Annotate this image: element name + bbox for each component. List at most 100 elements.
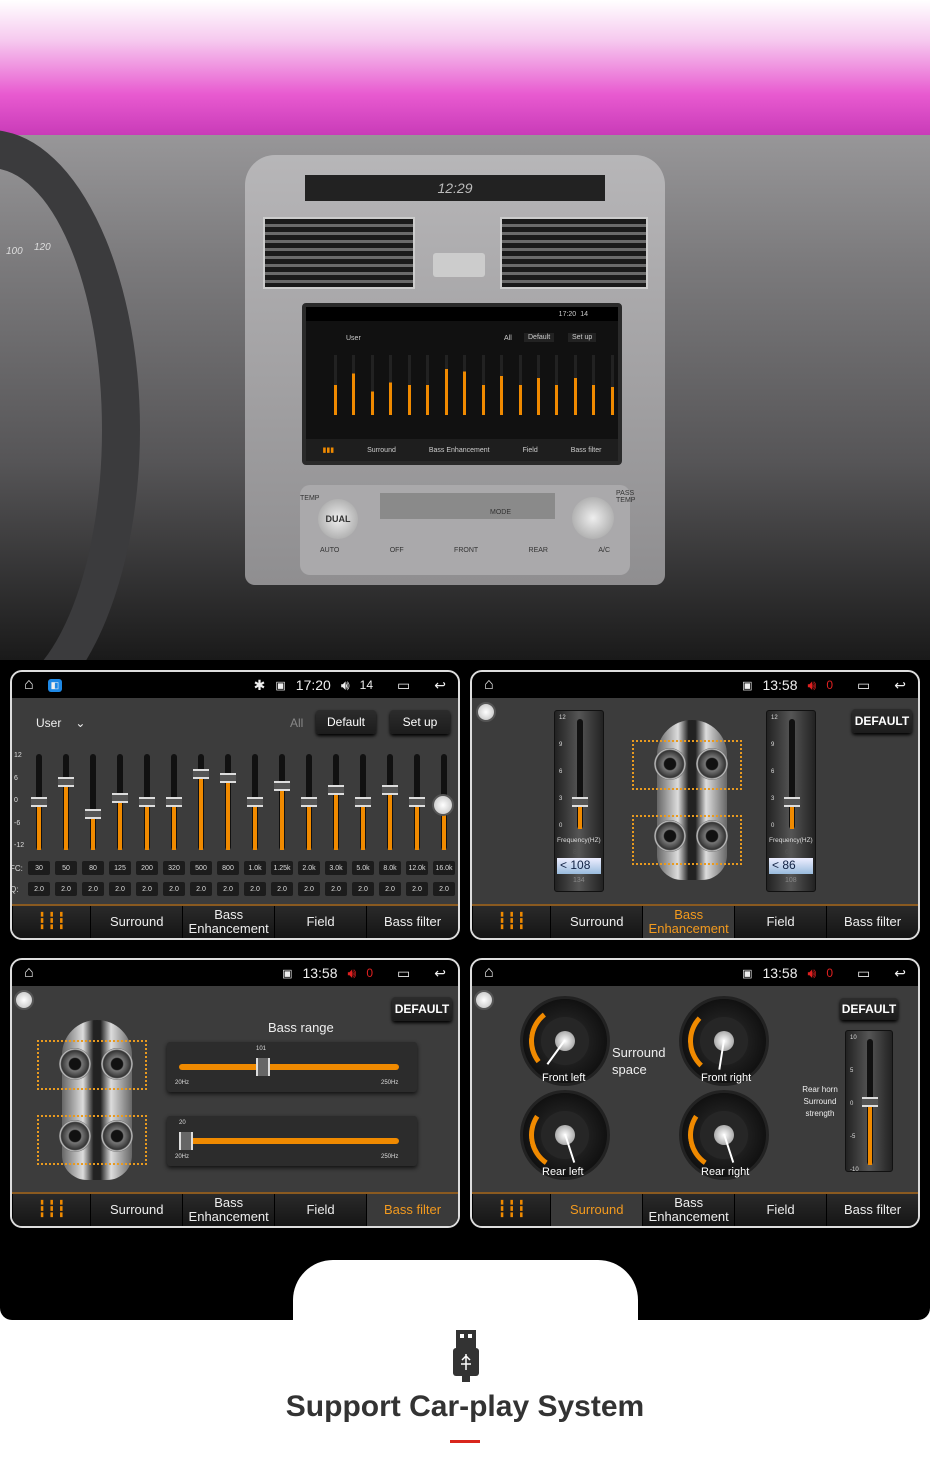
frequency-selected[interactable]: < 86: [769, 858, 813, 874]
fc-value[interactable]: 200: [136, 861, 158, 875]
tab-equalizer[interactable]: ┇┇┇: [12, 1194, 90, 1226]
default-button[interactable]: DEFAULT: [852, 709, 912, 733]
fc-value[interactable]: 16.0k: [433, 861, 455, 875]
tab-equalizer[interactable]: ┇┇┇: [472, 1194, 550, 1226]
eq-slider-thumb[interactable]: [31, 797, 47, 807]
back-icon[interactable]: ↩: [434, 965, 446, 982]
q-value[interactable]: 2.0: [163, 882, 185, 896]
home-icon[interactable]: ⌂: [484, 964, 494, 982]
frequency-selected[interactable]: < 108: [557, 858, 601, 874]
all-button[interactable]: All: [290, 716, 303, 730]
fc-value[interactable]: 1.25k: [271, 861, 293, 875]
level-thumb[interactable]: [784, 796, 800, 807]
recent-apps-icon[interactable]: ▭: [857, 965, 870, 982]
eq-slider-thumb[interactable]: [166, 797, 182, 807]
fc-value[interactable]: 30: [28, 861, 50, 875]
eq-slider-thumb[interactable]: [112, 793, 128, 803]
q-value[interactable]: 2.0: [82, 882, 104, 896]
eq-slider[interactable]: [409, 754, 425, 850]
q-value[interactable]: 2.0: [325, 882, 347, 896]
eq-slider-thumb[interactable]: [382, 785, 398, 795]
eq-slider-thumb[interactable]: [247, 797, 263, 807]
eq-slider[interactable]: [139, 754, 155, 850]
eq-slider-knob[interactable]: [432, 794, 454, 816]
fc-value[interactable]: 125: [109, 861, 131, 875]
floating-assistive-button[interactable]: [476, 702, 496, 722]
floating-assistive-button[interactable]: [474, 990, 494, 1010]
q-value[interactable]: 2.0: [379, 882, 401, 896]
tab-bass-filter[interactable]: Bass filter: [826, 1194, 918, 1226]
q-value[interactable]: 2.0: [136, 882, 158, 896]
eq-slider-thumb[interactable]: [139, 797, 155, 807]
recent-apps-icon[interactable]: ▭: [397, 965, 410, 982]
recent-apps-icon[interactable]: ▭: [397, 677, 410, 694]
slider-thumb[interactable]: [179, 1132, 193, 1150]
fc-value[interactable]: 8.0k: [379, 861, 401, 875]
tab-surround[interactable]: Surround: [90, 1194, 182, 1226]
tab-surround[interactable]: Surround: [90, 906, 182, 938]
eq-slider[interactable]: [432, 754, 454, 850]
setup-button[interactable]: Set up: [390, 710, 450, 734]
fc-value[interactable]: 2.0k: [298, 861, 320, 875]
frequency-prev[interactable]: 86: [573, 849, 581, 856]
back-icon[interactable]: ↩: [434, 677, 446, 694]
tab-bass-enhancement[interactable]: Bass Enhancement: [182, 1194, 274, 1226]
tab-equalizer[interactable]: ┇┇┇: [472, 906, 550, 938]
tab-field[interactable]: Field: [274, 906, 366, 938]
q-value[interactable]: 2.0: [433, 882, 455, 896]
frequency-next[interactable]: 108: [785, 877, 797, 884]
preset-dropdown[interactable]: User ⌄: [36, 716, 85, 730]
default-button[interactable]: DEFAULT: [840, 998, 898, 1020]
recent-apps-icon[interactable]: ▭: [857, 677, 870, 694]
back-icon[interactable]: ↩: [894, 677, 906, 694]
tab-bass-enhancement[interactable]: Bass Enhancement: [182, 906, 274, 938]
eq-slider[interactable]: [220, 754, 236, 850]
bass-range-slider2[interactable]: 20 20Hz 250Hz: [167, 1116, 417, 1166]
eq-slider-thumb[interactable]: [58, 777, 74, 787]
fc-value[interactable]: 5.0k: [352, 861, 374, 875]
tab-field[interactable]: Field: [734, 906, 826, 938]
q-value[interactable]: 2.0: [352, 882, 374, 896]
eq-slider-thumb[interactable]: [274, 781, 290, 791]
q-value[interactable]: 2.0: [298, 882, 320, 896]
home-icon[interactable]: ⌂: [24, 676, 34, 694]
tab-surround[interactable]: Surround: [550, 1194, 643, 1226]
eq-slider-thumb[interactable]: [220, 773, 236, 783]
q-value[interactable]: 2.0: [190, 882, 212, 896]
eq-slider-thumb[interactable]: [355, 797, 371, 807]
eq-slider[interactable]: [328, 754, 344, 850]
tab-bass-filter[interactable]: Bass filter: [366, 906, 458, 938]
frequency-next[interactable]: 134: [573, 877, 585, 884]
frequency-prev[interactable]: 68: [785, 849, 793, 856]
tab-field[interactable]: Field: [734, 1194, 826, 1226]
bass-right-level-slider[interactable]: 12 9 6 3 0 Frequency(HZ) 68 < 86 108: [766, 710, 816, 892]
fc-value[interactable]: 320: [163, 861, 185, 875]
q-value[interactable]: 2.0: [55, 882, 77, 896]
q-value[interactable]: 2.0: [406, 882, 428, 896]
eq-slider[interactable]: [247, 754, 263, 850]
eq-slider-thumb[interactable]: [85, 809, 101, 819]
back-icon[interactable]: ↩: [894, 965, 906, 982]
fc-value[interactable]: 800: [217, 861, 239, 875]
eq-slider[interactable]: [112, 754, 128, 850]
floating-assistive-button[interactable]: [14, 990, 34, 1010]
eq-slider[interactable]: [382, 754, 398, 850]
eq-slider[interactable]: [166, 754, 182, 850]
tab-bass-enhancement[interactable]: Bass Enhancement: [642, 906, 735, 938]
q-value[interactable]: 2.0: [109, 882, 131, 896]
fc-value[interactable]: 80: [82, 861, 104, 875]
strength-thumb[interactable]: [862, 1097, 878, 1107]
level-thumb[interactable]: [572, 796, 588, 807]
slider-thumb[interactable]: [256, 1058, 270, 1076]
q-value[interactable]: 2.0: [244, 882, 266, 896]
q-value[interactable]: 2.0: [28, 882, 50, 896]
bass-range-slider1[interactable]: 101 20Hz 250Hz: [167, 1042, 417, 1092]
eq-slider-thumb[interactable]: [409, 797, 425, 807]
eq-slider-thumb[interactable]: [301, 797, 317, 807]
surround-strength-slider[interactable]: 10 5 0 -5 -10: [845, 1030, 893, 1173]
tab-surround[interactable]: Surround: [550, 906, 642, 938]
q-value[interactable]: 2.0: [271, 882, 293, 896]
default-button[interactable]: DEFAULT: [392, 997, 452, 1021]
bass-left-level-slider[interactable]: 12 9 6 3 0 Frequency(HZ) 86 < 108 134: [554, 710, 604, 892]
fc-value[interactable]: 50: [55, 861, 77, 875]
